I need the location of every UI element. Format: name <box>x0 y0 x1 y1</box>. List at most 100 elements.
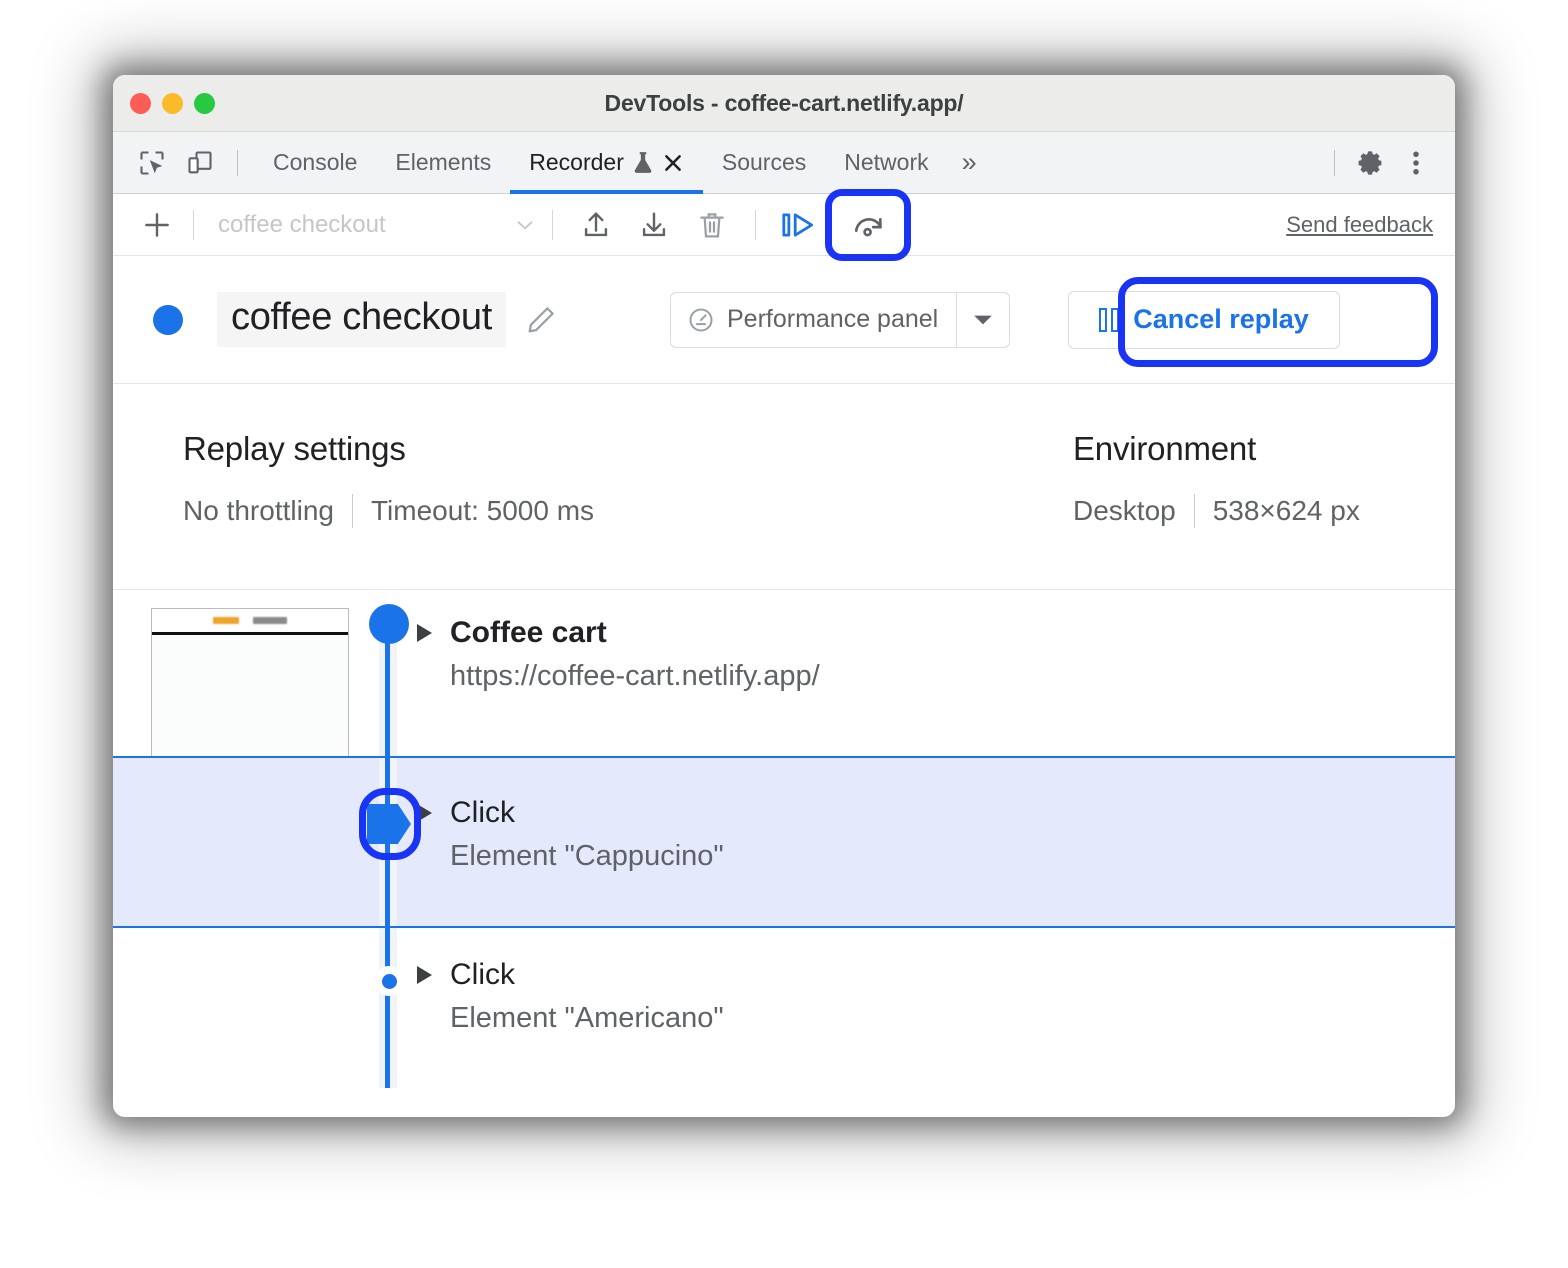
toolbar-divider-3 <box>755 210 756 240</box>
step-text-cell: Click Element "Cappucino" <box>417 758 1455 926</box>
window-title: DevTools - coffee-cart.netlify.app/ <box>113 90 1455 117</box>
performance-gauge-icon <box>687 306 715 334</box>
export-recording-button[interactable] <box>573 202 619 248</box>
more-tabs-icon[interactable]: » <box>948 132 991 193</box>
devtools-tabstrip: Console Elements Recorder <box>113 132 1455 194</box>
recording-select[interactable]: coffee checkout <box>208 211 538 239</box>
performance-panel-label-wrap: Performance panel <box>671 293 956 347</box>
throttling-value[interactable]: No throttling <box>183 495 334 527</box>
step-text-cell: Coffee cart https://coffee-cart.netlify.… <box>417 590 1455 756</box>
recording-select-value: coffee checkout <box>218 211 512 239</box>
step-thumbnail-cell: Total: $0.00 <box>113 590 353 756</box>
device-toolbar-icon[interactable] <box>179 142 221 184</box>
environment-title: Environment <box>1073 430 1360 468</box>
tabstrip-divider <box>237 150 238 176</box>
tab-label: Elements <box>395 149 491 176</box>
send-feedback-link[interactable]: Send feedback <box>1286 212 1433 238</box>
step-marker-pending[interactable] <box>374 966 404 996</box>
step-title-row: Click <box>417 796 1455 830</box>
viewport-value: 538×624 px <box>1213 495 1360 527</box>
step-over-button[interactable] <box>776 202 822 248</box>
step-subtitle: Element "Americano" <box>450 1002 1455 1035</box>
screenshot-stage: DevTools - coffee-cart.netlify.app/ <box>0 0 1568 1268</box>
replay-settings-values: No throttling Timeout: 5000 ms <box>183 494 1073 528</box>
replay-settings-column: Replay settings No throttling Timeout: 5… <box>183 430 1073 589</box>
tab-sources[interactable]: Sources <box>703 132 825 193</box>
expand-caret-icon[interactable] <box>417 624 432 642</box>
toolbar-divider-2 <box>552 210 553 240</box>
recording-status-dot <box>153 305 183 335</box>
step-subtitle: https://coffee-cart.netlify.app/ <box>450 660 1455 693</box>
value-separator <box>352 494 353 528</box>
cancel-replay-button[interactable]: Cancel replay <box>1068 291 1340 349</box>
step-marker-start[interactable] <box>369 604 409 644</box>
toolbar-divider-1 <box>193 210 194 240</box>
tab-elements[interactable]: Elements <box>376 132 510 193</box>
tab-label: Network <box>844 149 928 176</box>
window-titlebar: DevTools - coffee-cart.netlify.app/ <box>113 75 1455 132</box>
performance-panel-value: Performance panel <box>727 305 938 334</box>
tab-network[interactable]: Network <box>825 132 947 193</box>
tab-label: Console <box>273 149 357 176</box>
minimize-window-button[interactable] <box>162 93 183 114</box>
tab-label: Sources <box>722 149 806 176</box>
step-title: Click <box>450 796 515 830</box>
window-controls <box>130 93 215 114</box>
step-text-cell: Click Element "Americano" <box>417 928 1455 1088</box>
tab-label: Recorder <box>529 149 624 176</box>
thumbnail-menu-blur <box>253 617 287 624</box>
step-title: Coffee cart <box>450 616 607 650</box>
environment-column: Environment Desktop 538×624 px <box>1073 430 1360 589</box>
performance-panel-select[interactable]: Performance panel <box>670 292 1010 348</box>
tabstrip-right-icons <box>1324 132 1455 193</box>
expand-caret-icon[interactable] <box>417 966 432 984</box>
value-separator <box>1194 494 1195 528</box>
kebab-menu-icon[interactable] <box>1395 142 1437 184</box>
import-recording-button[interactable] <box>631 202 677 248</box>
edit-title-pencil-icon[interactable] <box>524 303 558 337</box>
tab-recorder[interactable]: Recorder <box>510 132 703 193</box>
timeout-value[interactable]: Timeout: 5000 ms <box>371 495 594 527</box>
maximize-window-button[interactable] <box>194 93 215 114</box>
step-row[interactable]: Click Element "Cappucino" <box>113 756 1455 928</box>
step-timeline-rail <box>353 758 417 926</box>
cancel-replay-label: Cancel replay <box>1133 304 1309 335</box>
replay-settings-button[interactable] <box>846 202 892 248</box>
step-title: Click <box>450 958 515 992</box>
inspect-element-icon[interactable] <box>131 142 173 184</box>
close-icon[interactable] <box>662 152 684 174</box>
gear-icon[interactable] <box>1349 142 1391 184</box>
experiment-flask-icon <box>632 151 654 175</box>
step-thumbnail-cell <box>113 758 353 926</box>
replay-settings-section: Replay settings No throttling Timeout: 5… <box>113 384 1455 590</box>
step-row[interactable]: Total: $0.00 Coffee cart https://coffee-… <box>113 590 1455 756</box>
step-marker-current[interactable] <box>367 804 411 844</box>
tabstrip-left-icons <box>113 132 254 193</box>
thumbnail-page-header <box>152 609 348 635</box>
recorder-toolbar: coffee checkout <box>113 194 1455 256</box>
tab-list: Console Elements Recorder <box>254 132 991 193</box>
devtools-window: DevTools - coffee-cart.netlify.app/ <box>113 75 1455 1117</box>
recording-header: coffee checkout Performance panel <box>113 256 1455 384</box>
performance-select-arrow-icon[interactable] <box>957 293 1009 347</box>
environment-values: Desktop 538×624 px <box>1073 494 1360 528</box>
replay-settings-title: Replay settings <box>183 430 1073 468</box>
step-title-row: Coffee cart <box>417 616 1455 650</box>
recording-title[interactable]: coffee checkout <box>217 292 506 347</box>
step-row[interactable]: Click Element "Americano" <box>113 928 1455 1088</box>
tab-console[interactable]: Console <box>254 132 376 193</box>
thumbnail-logo-blur <box>213 617 239 624</box>
add-recording-button[interactable] <box>135 203 179 247</box>
steps-list: Total: $0.00 Coffee cart https://coffee-… <box>113 590 1455 1088</box>
rail-progress-line <box>385 928 390 1088</box>
expand-caret-icon[interactable] <box>417 804 432 822</box>
step-title-row: Click <box>417 958 1455 992</box>
delete-recording-button[interactable] <box>689 202 735 248</box>
chevron-down-icon <box>512 212 538 238</box>
close-window-button[interactable] <box>130 93 151 114</box>
pause-icon <box>1099 308 1119 332</box>
step-timeline-rail <box>353 928 417 1088</box>
step-thumbnail-cell <box>113 928 353 1088</box>
device-value: Desktop <box>1073 495 1176 527</box>
step-timeline-rail <box>353 590 417 756</box>
